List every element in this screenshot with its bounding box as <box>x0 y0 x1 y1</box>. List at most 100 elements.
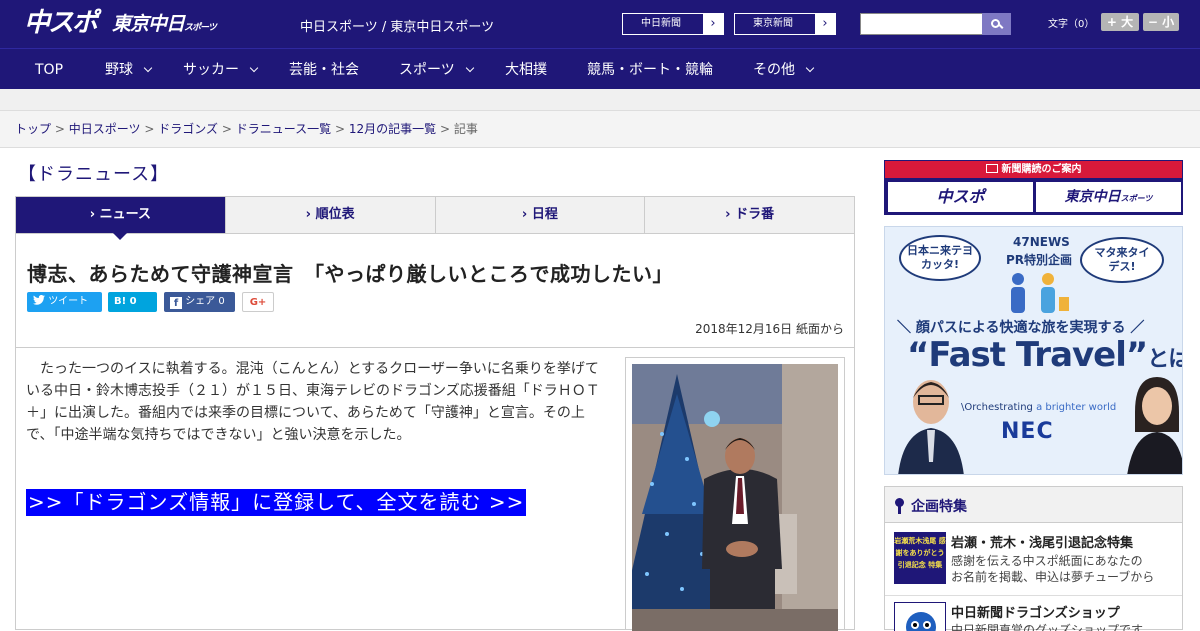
chevron-right-icon: › <box>815 14 835 34</box>
ad-headline-main: “Fast Travel” <box>907 335 1148 375</box>
twitter-icon <box>33 294 45 305</box>
breadcrumb-separator: > <box>54 122 65 136</box>
site-header: 中スポ 東京中日スポーツ 中日スポーツ / 東京中日スポーツ 中日新聞 › 東京新… <box>0 0 1200 48</box>
article: 博志、あらためて守護神宣言 「やっぱり厳しいところで成功したい」 ツイート B!… <box>15 234 855 631</box>
ad-headline-suffix: とは? <box>1147 347 1182 372</box>
tokyo-shimbun-label: 東京新聞 <box>753 18 793 29</box>
nav-item-racing[interactable]: 競馬・ボート・競輪 <box>587 61 713 79</box>
nav-label: 芸能・社会 <box>289 62 359 78</box>
feature-header: 企画特集 <box>885 487 1182 523</box>
chunichi-shimbun-label: 中日新聞 <box>641 18 681 29</box>
article-date: 2018年12月16日 紙面から <box>695 322 844 336</box>
feature-header-label: 企画特集 <box>911 499 967 515</box>
breadcrumb-separator: > <box>439 122 450 136</box>
article-body: たった一つのイスに執着する。混沌（こんとん）とするクローザー争いに名乗りを挙げて… <box>26 361 600 443</box>
chevron-right-icon: › <box>703 14 723 34</box>
subscription-banner[interactable]: 新聞購読のご案内 中スポ 東京中日スポーツ <box>884 160 1183 215</box>
tokyo-logo-small: スポーツ <box>184 23 217 33</box>
google-plus-button[interactable]: G+ <box>242 292 274 312</box>
hatena-icon: B! <box>114 296 127 307</box>
doala-mascot-icon <box>906 612 936 631</box>
nav-label: 競馬・ボート・競輪 <box>587 62 713 78</box>
nav-item-other[interactable]: その他 <box>753 61 815 79</box>
font-larger-button[interactable]: + 大 <box>1101 13 1139 31</box>
retirement-thumbnail: 岩瀬荒木浅尾 感謝をありがとう 引退記念 特集 <box>894 532 946 584</box>
nav-item-soccer[interactable]: サッカー <box>183 61 259 79</box>
nav-label: その他 <box>753 62 795 78</box>
nec-advertisement[interactable]: 日本ニ来テヨカッタ! 47NEWS PR特別企画 マタ来タイデス! ＼ 顔パスに… <box>884 226 1183 475</box>
search-button[interactable] <box>982 13 1011 35</box>
facebook-count: 0 <box>218 296 225 307</box>
search-input[interactable] <box>860 13 983 35</box>
feature-item-title: 岩瀬・荒木・浅尾引退記念特集 <box>951 536 1134 551</box>
nav-item-baseball[interactable]: 野球 <box>105 61 153 79</box>
chuspo-logo[interactable]: 中スポ <box>24 6 98 40</box>
tokyo-chunichi-logo[interactable]: 東京中日スポーツ <box>112 10 217 42</box>
breadcrumb-chunichi-sports[interactable]: 中日スポーツ <box>69 122 141 136</box>
font-smaller-button[interactable]: − 小 <box>1143 13 1179 31</box>
tokyo-shimbun-button[interactable]: 東京新聞 › <box>734 13 836 35</box>
section-tabs: › ニュース › 順位表 › 日程 › ドラ番 <box>15 196 855 240</box>
speech-bubble-right: マタ来タイデス! <box>1080 237 1164 283</box>
tab-news[interactable]: › ニュース <box>16 197 225 240</box>
tab-standings[interactable]: › 順位表 <box>224 197 435 233</box>
feature-item-title: 中日新聞ドラゴンズショップ <box>951 606 1120 621</box>
feature-item-desc-line1: 感謝を伝える中スポ紙面にあなたの <box>951 554 1143 568</box>
hatena-count: 0 <box>129 296 137 307</box>
register-read-more-link[interactable]: >>「ドラゴンズ情報」に登録して、全文を読む >> <box>26 489 527 516</box>
woman-portrait-illustration <box>1127 377 1182 474</box>
nav-item-sports[interactable]: スポーツ <box>399 61 474 79</box>
breadcrumb-dragons[interactable]: ドラゴンズ <box>158 122 218 136</box>
subscribe-tokyo-label: 東京中日 <box>1064 189 1121 205</box>
breadcrumb-separator: > <box>221 122 232 136</box>
tab-label: ドラ番 <box>735 207 775 222</box>
nav-item-top[interactable]: TOP <box>35 61 63 79</box>
breadcrumb-separator: > <box>334 122 345 136</box>
photo-image <box>632 364 838 631</box>
tweet-button[interactable]: ツイート <box>27 292 102 312</box>
breadcrumb-current: 記事 <box>453 122 478 136</box>
nav-label: サッカー <box>183 62 239 78</box>
breadcrumb-separator: > <box>144 122 155 136</box>
breadcrumb-december[interactable]: 12月の記事一覧 <box>349 122 436 136</box>
pin-icon <box>895 498 904 514</box>
feature-item-dragons-shop[interactable]: 中日新聞ドラゴンズショップ 中日新聞直営のグッズショップです <box>885 597 1182 631</box>
nav-item-entertainment[interactable]: 芸能・社会 <box>289 61 359 79</box>
article-photo[interactable] <box>625 357 845 631</box>
section-title: 【ドラニュース】 <box>18 164 170 185</box>
facebook-share-label: シェア <box>185 296 216 307</box>
font-size-label: 文字（0） <box>1048 19 1095 30</box>
divider <box>16 347 854 348</box>
orchestrating-word: \Orchestrating <box>961 402 1033 413</box>
breadcrumb-top[interactable]: トップ <box>15 122 51 136</box>
article-headline: 博志、あらためて守護神宣言 「やっぱり厳しいところで成功したい」 <box>27 262 673 286</box>
subscribe-tokyo-chunichi-button[interactable]: 東京中日スポーツ <box>1036 182 1181 212</box>
google-plus-icon: G+ <box>249 297 267 308</box>
ad-headline: “Fast Travel”とは? <box>907 335 1182 375</box>
breadcrumb-dra-news[interactable]: ドラニュース一覧 <box>236 122 331 136</box>
nav-label: TOP <box>35 62 64 78</box>
pr-label: PR特別企画 <box>1006 253 1073 267</box>
speech-bubble-left: 日本ニ来テヨカッタ! <box>899 235 981 281</box>
orchestrating-tagline: \Orchestrating a brighter world <box>961 402 1116 413</box>
main-nav: TOP 野球 サッカー 芸能・社会 スポーツ 大相撲 競馬・ボート・競輪 その他 <box>0 48 1200 89</box>
subscription-header-text: 新聞購読のご案内 <box>1001 164 1082 175</box>
nav-item-sumo[interactable]: 大相撲 <box>505 61 547 79</box>
photo-illustration <box>632 364 838 631</box>
breadcrumb: トップ > 中日スポーツ > ドラゴンズ > ドラニュース一覧 > 12月の記事… <box>0 111 1200 148</box>
facebook-share-button[interactable]: f シェア 0 <box>164 292 235 312</box>
chunichi-shimbun-button[interactable]: 中日新聞 › <box>622 13 724 35</box>
feature-item-desc-line2: お名前を掲載、申込は夢チューブから <box>951 570 1155 584</box>
ad-tagline: ＼ 顔パスによる快適な旅を実現する ／ <box>897 320 1145 336</box>
tab-dora-ban[interactable]: › ドラ番 <box>644 197 854 233</box>
feature-item-retirement[interactable]: 岩瀬荒木浅尾 感謝をありがとう 引退記念 特集 岩瀬・荒木・浅尾引退記念特集 感… <box>885 524 1182 596</box>
hatena-bookmark-button[interactable]: B! 0 <box>108 292 157 312</box>
dragons-shop-thumbnail <box>894 602 946 631</box>
subscribe-chuspo-button[interactable]: 中スポ <box>888 182 1033 212</box>
orchestrating-rest: a brighter world <box>1036 402 1117 413</box>
tab-label: ニュース <box>99 207 151 222</box>
travelers-illustration <box>1011 273 1069 313</box>
nec-logo: NEC <box>1001 419 1054 444</box>
search-icon <box>991 18 1000 28</box>
tab-schedule[interactable]: › 日程 <box>434 197 645 233</box>
